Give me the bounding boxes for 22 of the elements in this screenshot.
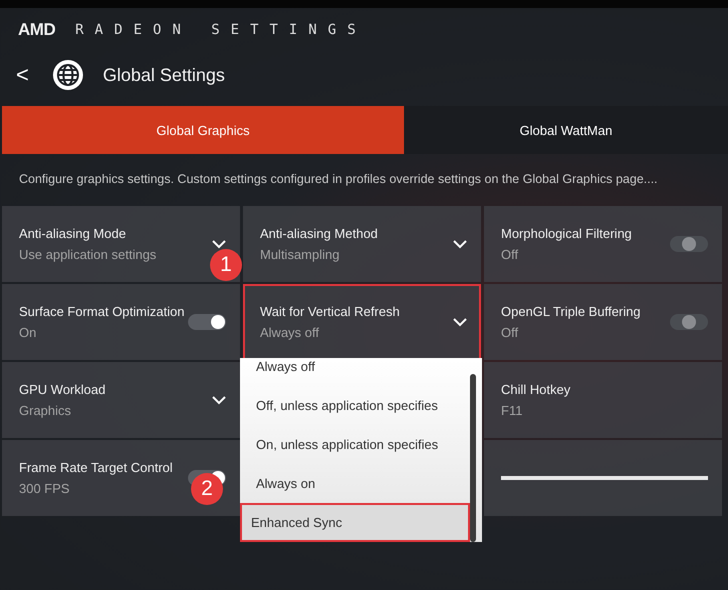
setting-title: Frame Rate Target Control <box>19 460 174 475</box>
setting-title: OpenGL Triple Buffering <box>501 304 642 319</box>
setting-title: Morphological Filtering <box>501 226 633 241</box>
setting-value: On <box>19 325 38 340</box>
setting-value: Off <box>501 325 520 340</box>
setting-title: GPU Workload <box>19 382 106 397</box>
setting-value: Off <box>501 247 520 262</box>
setting-title: Anti-aliasing Method <box>260 226 379 241</box>
description-text: Configure graphics settings. Custom settings configured in profiles override settings on the Global Graphics page.... <box>18 171 659 188</box>
setting-value: F11 <box>501 403 524 418</box>
setting-title: Wait for Vertical Refresh <box>260 304 401 319</box>
setting-value: Always off <box>260 325 320 340</box>
setting-title: Chill Hotkey <box>501 382 572 397</box>
setting-value: 300 FPS <box>19 481 71 496</box>
setting-value: Use application settings <box>19 247 158 262</box>
setting-value: Multisampling <box>260 247 340 262</box>
app-title: RADEON SETTINGS <box>75 22 367 38</box>
brand-logo: AMD <box>18 20 56 40</box>
setting-title: Surface Format Optimization <box>19 304 186 319</box>
page-title: Global Settings <box>102 64 225 86</box>
setting-value: Graphics <box>19 403 72 418</box>
setting-title: Anti-aliasing Mode <box>19 226 127 241</box>
